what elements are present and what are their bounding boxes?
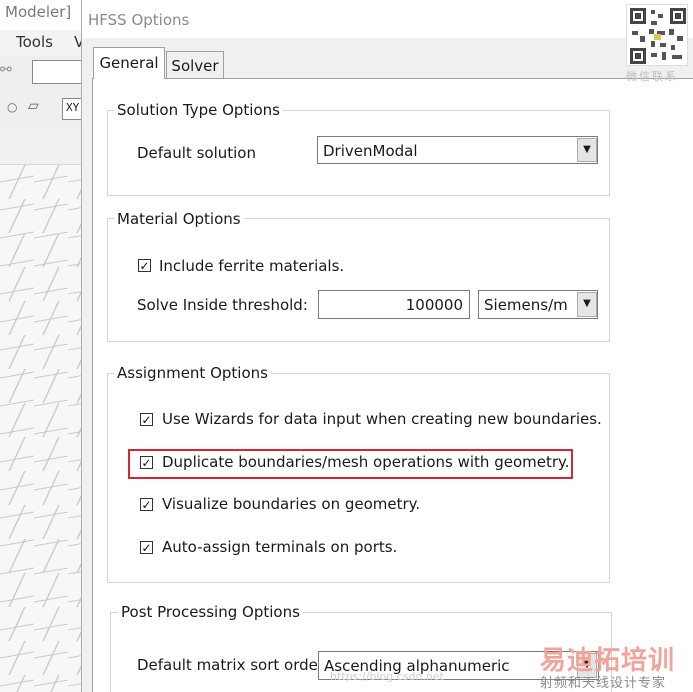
auto-assign-terminals-checkbox[interactable]: ✓ [140, 541, 153, 554]
tab-general[interactable]: General [93, 47, 165, 79]
default-solution-dropdown[interactable]: DrivenModal [317, 136, 598, 164]
material-legend: Material Options [114, 210, 244, 228]
default-solution-label: Default solution [137, 144, 256, 162]
chevron-down-icon[interactable]: ▼ [577, 138, 597, 162]
modeler-grid-canvas[interactable] [0, 165, 90, 692]
background-menubar: Tools V [0, 30, 90, 56]
background-app-title: Modeler] [0, 0, 90, 30]
material-group [107, 218, 610, 342]
post-processing-legend: Post Processing Options [118, 603, 303, 621]
solution-type-legend: Solution Type Options [114, 101, 283, 119]
visualize-boundaries-label: Visualize boundaries on geometry. [162, 495, 421, 513]
ferrite-label: Include ferrite materials. [159, 257, 345, 275]
visualize-boundaries-checkbox[interactable]: ✓ [140, 498, 153, 511]
plane-icon[interactable]: ⏥ [28, 98, 50, 116]
dialog-title: HFSS Options [88, 11, 190, 29]
tab-solver[interactable]: Solver [166, 51, 224, 78]
hfss-options-dialog: HFSS Options General Solver Solution Typ… [81, 0, 693, 692]
watermark-subtitle: 射频和天线设计专家 [540, 676, 667, 691]
threshold-input[interactable]: 100000 [318, 290, 470, 319]
assignment-legend: Assignment Options [114, 364, 271, 382]
watermark-url: https://blog.csdn.net [330, 670, 444, 683]
chevron-down-icon[interactable]: ▼ [577, 292, 597, 317]
wizards-label: Use Wizards for data input when creating… [162, 410, 602, 428]
ferrite-checkbox[interactable]: ✓ [138, 259, 151, 272]
threshold-label: Solve Inside threshold: [137, 296, 308, 314]
wizards-checkbox[interactable]: ✓ [140, 413, 153, 426]
auto-assign-terminals-label: Auto-assign terminals on ports. [162, 538, 398, 556]
network-icon[interactable]: ⚯ [0, 62, 20, 80]
circle-icon[interactable]: ○ [7, 100, 19, 114]
menu-tools[interactable]: Tools [16, 33, 53, 51]
background-app-window: Modeler] Tools V ⚯ ○ ⏥ XY [0, 0, 90, 692]
background-divider [0, 130, 90, 165]
default-solution-value: DrivenModal [323, 142, 418, 160]
threshold-unit-value: Siemens/m [484, 296, 568, 314]
qr-code-icon [626, 4, 688, 66]
dialog-titlebar[interactable]: HFSS Options [82, 0, 693, 38]
qr-caption: 微信联系 [626, 70, 678, 83]
sort-order-label: Default matrix sort orde [137, 656, 318, 674]
highlight-annotation [128, 449, 573, 479]
